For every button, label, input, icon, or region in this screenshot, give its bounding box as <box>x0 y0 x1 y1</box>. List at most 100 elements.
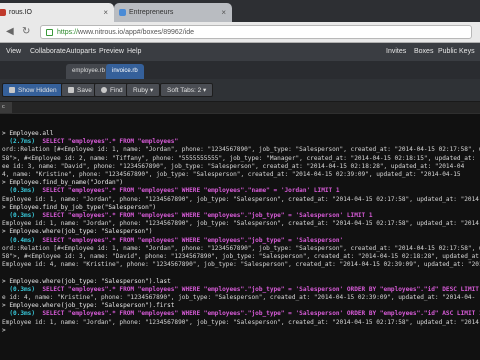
soft-tabs-label: Soft Tabs: 2 <box>167 87 202 94</box>
console-line: Employee id: 1, name: "Jordan", phone: "… <box>2 196 480 204</box>
menu-public-keys[interactable]: Public Keys <box>438 43 475 61</box>
search-icon <box>101 87 107 93</box>
console-text: > Employee.all <box>2 130 54 137</box>
console-line: > Employee.find_by_name("Jordan") <box>2 179 123 187</box>
console-text: Employee id: 1, name: "Jordan", phone: "… <box>2 220 480 228</box>
screen: rous.IO × Entrepreneurs × ◀ ↻ https://ww… <box>0 0 480 360</box>
menu-help[interactable]: Help <box>127 43 141 61</box>
lock-icon <box>46 29 53 36</box>
console-text: Employee id: 1, name: "Jordan", phone: "… <box>2 195 480 203</box>
menu-collaborate[interactable]: Collaborate <box>30 43 66 61</box>
console-line: (0.3ms) SELECT "employees".* FROM "emplo… <box>2 212 373 220</box>
console-text: > Employee.find_by_name("Jordan") <box>2 179 124 187</box>
language-select[interactable]: Ruby ▾ <box>126 83 161 97</box>
menu-view[interactable]: View <box>6 43 21 61</box>
menu-autoparts[interactable]: Autoparts <box>66 43 96 61</box>
reload-icon[interactable]: ↻ <box>22 25 30 39</box>
chevron-down-icon: ▾ <box>148 87 154 94</box>
folder-icon <box>9 87 15 93</box>
browser-tab-label: Entrepreneurs <box>129 9 174 16</box>
close-icon[interactable]: × <box>221 3 226 22</box>
console-text: > Employee.find_by_job_type("Salesperson… <box>2 203 157 211</box>
menu-preview[interactable]: Preview <box>99 43 124 61</box>
browser-tab-active[interactable]: rous.IO × <box>0 3 114 22</box>
menu-invites[interactable]: Invites <box>386 43 406 61</box>
console-line: ord::Relation [#<Employee id: 1, name: "… <box>2 146 480 154</box>
address-bar-row: ◀ ↻ https://www.nitrous.io/app#/boxes/89… <box>0 22 480 43</box>
console-text: (0.4ms) <box>2 236 36 244</box>
console-line: (0.4ms) SELECT "employees".* FROM "emplo… <box>2 237 343 245</box>
console-line: > Employee.where(job_type: "Salesperson"… <box>2 228 152 236</box>
console-line: > Employee.all <box>2 130 53 138</box>
browser-tab-strip: rous.IO × Entrepreneurs × <box>0 0 480 22</box>
console-text: (2.7ms) <box>2 138 36 146</box>
console-line: > Employee.where(job_type: "Salesperson"… <box>2 278 171 286</box>
console-line: 58">, #<Employee id: 3, name: "David", p… <box>2 253 480 261</box>
show-hidden-button[interactable]: Show Hidden <box>2 83 64 97</box>
console-text: 4, name: "Kristine", phone: "1234567890"… <box>2 171 461 178</box>
console-text: SELECT "employees".* FROM "employees" WH… <box>35 187 340 195</box>
console-text: ord::Relation [#<Employee id: 1, name: "… <box>2 146 480 154</box>
console-text: SELECT "employees".* FROM "employees" WH… <box>35 285 479 293</box>
console-text: SELECT "employees".* FROM "employees" <box>35 138 179 146</box>
url-scheme: https:// <box>57 29 79 36</box>
console-text: Employee id: 4, name: "Kristine", phone:… <box>2 261 480 269</box>
console-tab[interactable]: c <box>0 102 12 113</box>
console-line: (0.3ms) SELECT "employees".* FROM "emplo… <box>2 310 480 318</box>
language-label: Ruby <box>133 87 149 94</box>
console-output[interactable]: > Employee.all (2.7ms) SELECT "employees… <box>0 114 480 360</box>
url-host-path: www.nitrous.io/app#/boxes/89962/ide <box>78 29 194 36</box>
soft-tabs-select[interactable]: Soft Tabs: 2 ▾ <box>160 83 214 97</box>
console-text: e id: 4, name: "Kristine", phone: "12345… <box>2 294 476 301</box>
console-line: e id: 4, name: "Kristine", phone: "12345… <box>2 294 475 302</box>
show-hidden-label: Show Hidden <box>18 87 57 94</box>
console-text: SELECT "employees".* FROM "employees" WH… <box>35 310 480 318</box>
console-text: > Employee.where(job_type: "Salesperson"… <box>2 277 171 285</box>
console-text: (0.3ms) <box>2 187 36 195</box>
console-text: > Employee.where(job_type: "Salesperson"… <box>2 302 175 310</box>
console-line: Employee id: 1, name: "Jordan", phone: "… <box>2 319 480 327</box>
console-line: (0.3ms) SELECT "employees".* FROM "emplo… <box>2 286 479 294</box>
console-line: > Employee.find_by_job_type("Salesperson… <box>2 204 156 212</box>
file-tab-invoice[interactable]: invoice.rb <box>106 64 144 79</box>
console-text: SELECT "employees".* FROM "employees" WH… <box>35 236 344 244</box>
console-text: SELECT "employees".* FROM "employees" WH… <box>35 212 373 219</box>
console-line: ord::Relation [#<Employee id: 1, name: "… <box>2 245 480 253</box>
console-line: Employee id: 4, name: "Kristine", phone:… <box>2 261 480 269</box>
console-line: ee id: 3, name: "David", phone: "1234567… <box>2 163 464 171</box>
console-text: ee id: 3, name: "David", phone: "1234567… <box>2 162 465 170</box>
find-button[interactable]: Find <box>94 83 130 97</box>
ide-menubar: View Collaborate Autoparts Preview Help … <box>0 43 480 62</box>
menu-boxes[interactable]: Boxes <box>414 43 433 61</box>
save-icon <box>68 87 74 93</box>
console-text: > <box>2 326 6 334</box>
find-label: Find <box>110 87 123 94</box>
browser-tab-label: rous.IO <box>9 9 32 16</box>
console-line: 58">, #<Employee id: 2, name: "Tiffany",… <box>2 155 475 163</box>
console-text: 58">, #<Employee id: 3, name: "David", p… <box>2 253 480 260</box>
console-text: ord::Relation [#<Employee id: 1, name: "… <box>2 244 480 252</box>
console-text: (0.3ms) <box>2 310 36 318</box>
console-text: Employee id: 1, name: "Jordan", phone: "… <box>2 318 480 326</box>
console-text: (0.3ms) <box>2 285 36 293</box>
save-label: Save <box>77 87 92 94</box>
favicon-icon <box>0 9 6 16</box>
console-line: (2.7ms) SELECT "employees".* FROM "emplo… <box>2 138 178 146</box>
editor-file-tabs: employee.rb invoice.rb <box>0 61 480 79</box>
console-text: 58">, #<Employee id: 2, name: "Tiffany",… <box>2 154 476 162</box>
console-header: c <box>0 102 480 114</box>
file-tab-employee[interactable]: employee.rb <box>66 64 112 79</box>
console-line: > <box>2 327 6 335</box>
editor-toolbar: Show Hidden Save Find Ruby ▾ Soft Tabs: … <box>0 79 480 102</box>
close-icon[interactable]: × <box>103 3 108 22</box>
url-input[interactable]: https://www.nitrous.io/app#/boxes/89962/… <box>40 25 472 39</box>
favicon-icon <box>119 9 126 16</box>
console-text: > Employee.where(job_type: "Salesperson"… <box>2 228 153 236</box>
console-line: (0.3ms) SELECT "employees".* FROM "emplo… <box>2 187 340 195</box>
browser-tab-inactive[interactable]: Entrepreneurs × <box>114 3 232 22</box>
chevron-down-icon: ▾ <box>201 87 207 94</box>
back-icon[interactable]: ◀ <box>6 25 14 39</box>
console-line: 4, name: "Kristine", phone: "1234567890"… <box>2 171 461 179</box>
console-text: (0.3ms) <box>2 212 36 219</box>
console-line: Employee id: 1, name: "Jordan", phone: "… <box>2 220 480 228</box>
